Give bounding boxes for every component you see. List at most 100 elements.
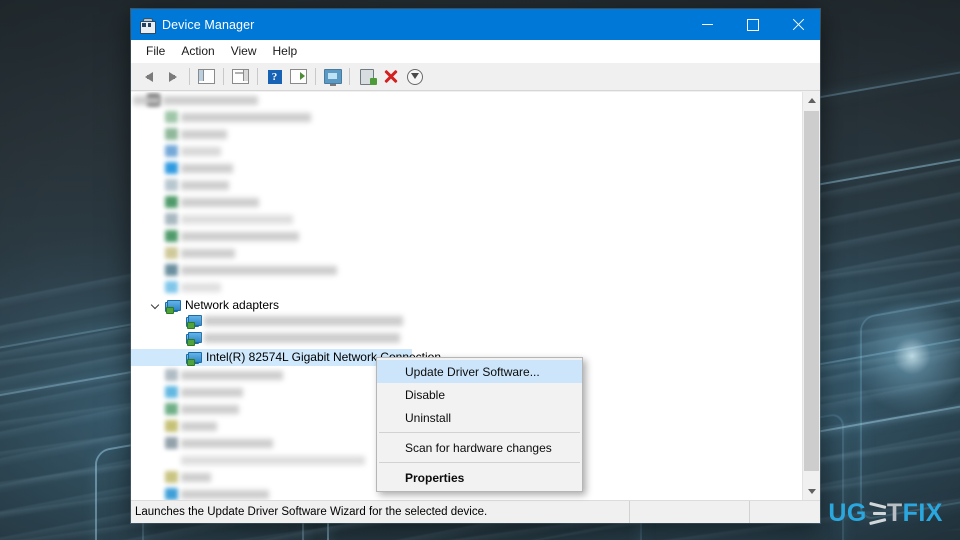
close-icon	[792, 19, 804, 31]
redacted-icon	[165, 471, 178, 483]
redacted-icon	[165, 403, 178, 415]
close-button[interactable]	[775, 9, 820, 40]
redacted-icon	[165, 179, 178, 191]
toolbar-separator	[189, 68, 190, 85]
redacted-text	[181, 371, 283, 380]
scan-display-button[interactable]	[321, 66, 344, 88]
redacted-text	[181, 388, 243, 397]
redacted-text	[181, 232, 299, 241]
scrollbar-track[interactable]	[803, 109, 820, 483]
uninstall-button[interactable]	[379, 66, 402, 88]
redacted-icon	[165, 488, 178, 500]
redacted-icon	[165, 213, 178, 225]
redacted-text	[133, 96, 161, 105]
desktop-background: Device Manager File Action View Help ? N…	[0, 0, 960, 540]
menu-bar: File Action View Help	[131, 40, 820, 63]
redacted-text	[181, 198, 259, 207]
disable-icon	[406, 68, 423, 85]
vertical-scrollbar[interactable]	[802, 92, 820, 500]
redacted-icon	[165, 162, 178, 174]
window-controls	[685, 9, 820, 40]
redacted-icon	[165, 437, 178, 449]
redacted-text	[181, 439, 273, 448]
show-hide-console-tree-button[interactable]	[195, 66, 218, 88]
redacted-text	[181, 405, 239, 414]
chevron-down-icon[interactable]	[151, 301, 161, 311]
redacted-text	[204, 316, 403, 326]
redacted-text	[181, 473, 211, 482]
title-bar: Device Manager	[131, 9, 820, 40]
menu-help[interactable]: Help	[265, 41, 306, 61]
tree-group-label: Network adapters	[185, 298, 280, 312]
redacted-text	[181, 283, 221, 292]
status-divider	[749, 501, 750, 523]
network-adapter-icon	[186, 315, 202, 329]
context-menu-item-properties[interactable]: Properties	[377, 466, 582, 489]
redacted-text	[163, 96, 258, 105]
scroll-down-icon[interactable]	[803, 483, 820, 500]
redacted-text	[181, 164, 233, 173]
status-message: Launches the Update Driver Software Wiza…	[135, 506, 488, 518]
maximize-button[interactable]	[730, 9, 775, 40]
network-adapter-icon	[186, 332, 202, 346]
redacted-icon	[165, 196, 178, 208]
context-menu-item-scan-for-hardware-changes[interactable]: Scan for hardware changes	[377, 436, 582, 459]
window-title: Device Manager	[162, 17, 255, 32]
context-menu: Update Driver Software... Disable Uninst…	[376, 357, 583, 492]
redacted-text	[181, 266, 337, 275]
context-menu-item-update-driver-software[interactable]: Update Driver Software...	[377, 360, 582, 383]
redacted-text	[204, 333, 400, 343]
minimize-button[interactable]	[685, 9, 730, 40]
scrollbar-thumb[interactable]	[804, 111, 819, 471]
device-manager-icon	[139, 17, 156, 34]
redacted-text	[181, 215, 293, 224]
redacted-text	[181, 490, 269, 499]
forward-button[interactable]	[161, 66, 184, 88]
properties-window-button[interactable]	[229, 66, 252, 88]
redacted-text	[181, 130, 227, 139]
help-icon: ?	[267, 69, 282, 84]
redacted-text	[181, 422, 217, 431]
forward-icon	[168, 71, 177, 82]
menu-view[interactable]: View	[223, 41, 265, 61]
disable-button[interactable]	[403, 66, 426, 88]
scan-display-icon	[323, 69, 342, 86]
scroll-up-icon[interactable]	[803, 92, 820, 109]
e-ligature-icon	[867, 501, 887, 527]
back-button[interactable]	[137, 66, 160, 88]
status-bar: Launches the Update Driver Software Wiza…	[131, 500, 820, 523]
redacted-text	[181, 147, 221, 156]
show-hide-console-tree-icon	[198, 69, 215, 84]
watermark-part-1: UG	[828, 499, 867, 527]
context-menu-item-uninstall[interactable]: Uninstall	[377, 406, 582, 429]
redacted-icon	[165, 386, 178, 398]
toolbar: ?	[131, 63, 820, 91]
uninstall-icon	[384, 70, 397, 83]
redacted-icon	[165, 420, 178, 432]
toolbar-separator	[349, 68, 350, 85]
menu-action[interactable]: Action	[173, 41, 222, 61]
redacted-icon	[165, 281, 178, 293]
menu-file[interactable]: File	[138, 41, 173, 61]
redacted-text	[181, 456, 365, 465]
help-button[interactable]: ?	[263, 66, 286, 88]
redacted-icon	[165, 247, 178, 259]
redacted-icon	[165, 145, 178, 157]
watermark-part-2: T	[886, 499, 903, 527]
ugetfix-watermark: UG T FIX	[828, 499, 943, 528]
action-button[interactable]	[287, 66, 310, 88]
network-adapter-icon	[165, 300, 181, 314]
action-icon	[290, 69, 307, 84]
update-driver-icon	[359, 68, 377, 85]
network-adapter-icon	[186, 352, 202, 366]
redacted-icon	[165, 111, 178, 123]
redacted-icon	[165, 369, 178, 381]
context-menu-item-disable[interactable]: Disable	[377, 383, 582, 406]
update-driver-button[interactable]	[355, 66, 378, 88]
back-icon	[144, 71, 153, 82]
minimize-icon	[702, 24, 713, 25]
toolbar-separator	[257, 68, 258, 85]
redacted-icon	[165, 128, 178, 140]
redacted-icon	[165, 264, 178, 276]
tree-group-network-adapters[interactable]: Network adapters	[151, 297, 279, 314]
